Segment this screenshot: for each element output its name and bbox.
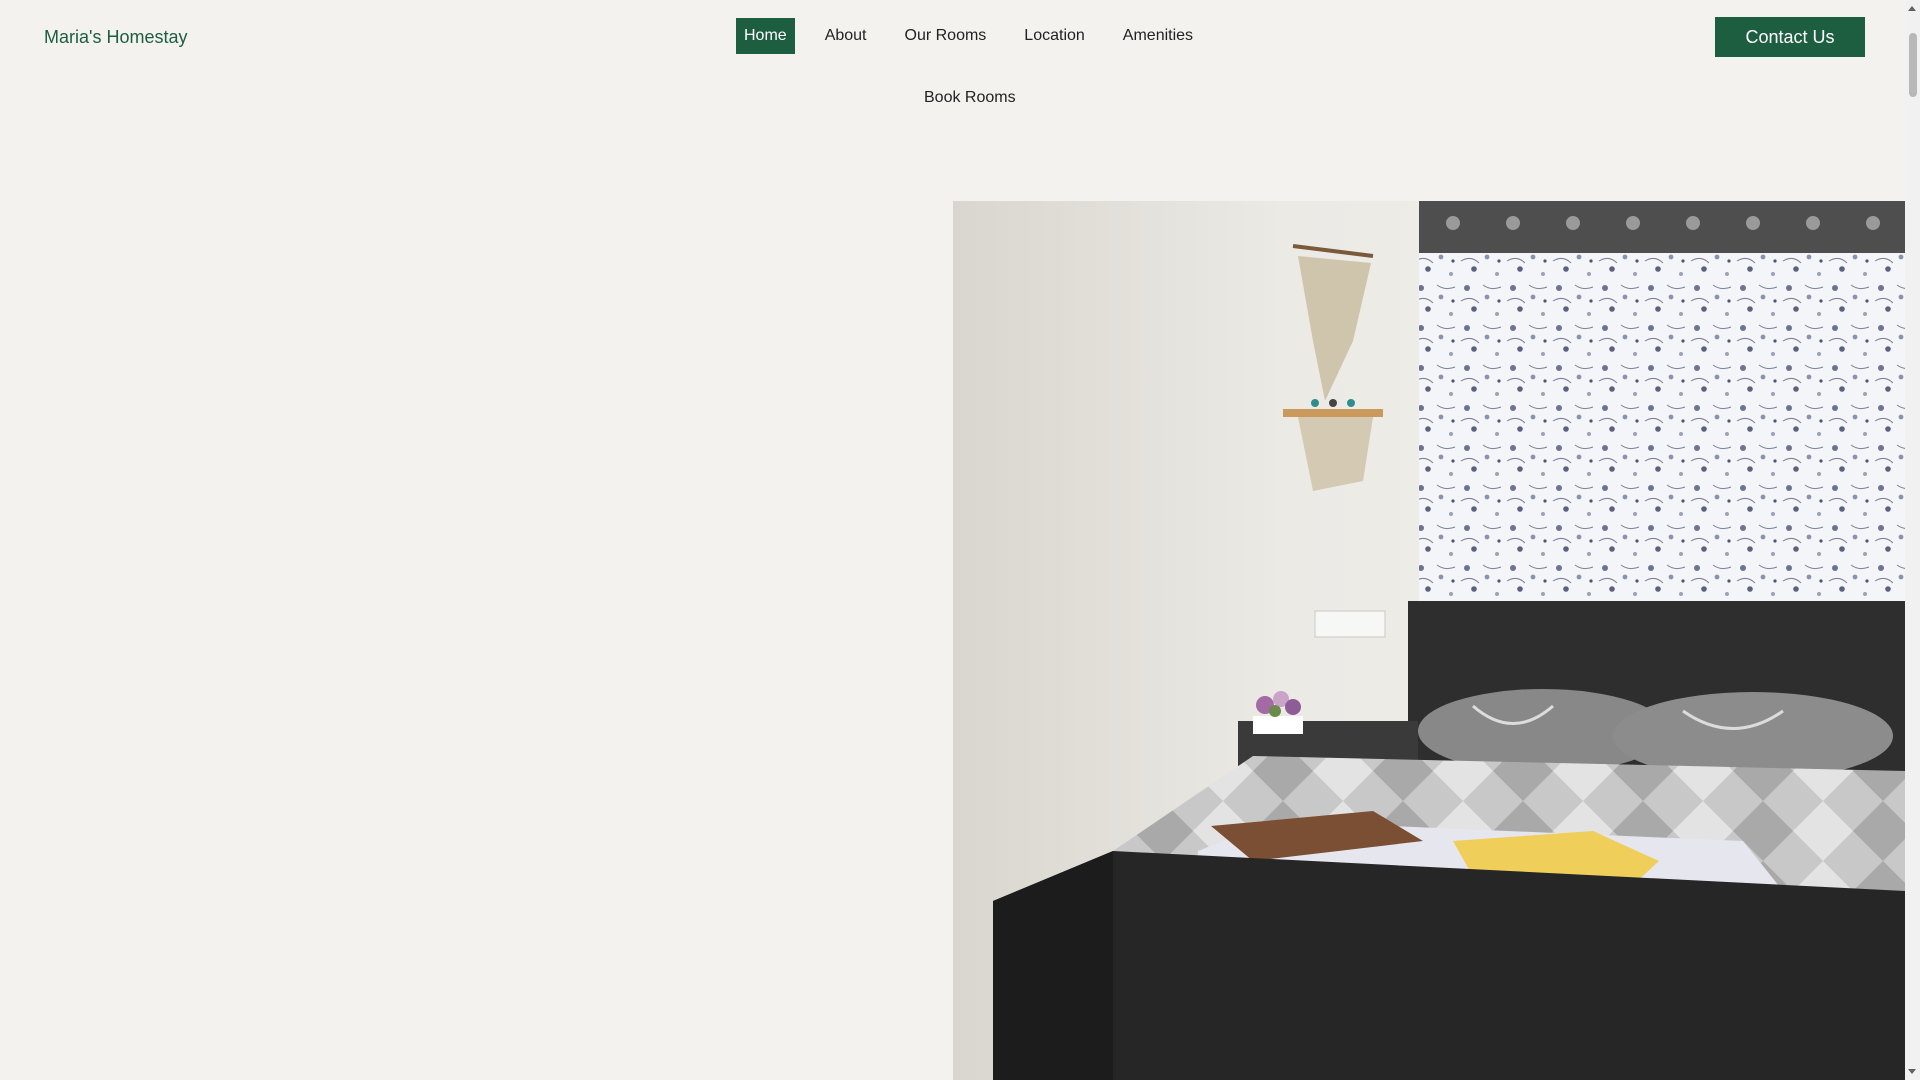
nav-item-amenities[interactable]: Amenities — [1115, 18, 1201, 54]
nav-item-about[interactable]: About — [817, 18, 875, 54]
nav-item-our-rooms[interactable]: Our Rooms — [897, 18, 995, 54]
homepage: Maria's Homestay Home About Our Rooms Lo… — [0, 0, 1920, 1080]
main-nav: Home About Our Rooms Location Amenities — [736, 18, 1223, 54]
contact-us-button[interactable]: Contact Us — [1715, 17, 1865, 57]
page-scrollbar[interactable] — [1905, 0, 1920, 1080]
nav-item-location[interactable]: Location — [1016, 18, 1093, 54]
scroll-thumb[interactable] — [1909, 33, 1917, 97]
hero-room-photo — [953, 201, 1905, 1080]
scroll-up-icon[interactable] — [1908, 6, 1916, 11]
site-logo-text[interactable]: Maria's Homestay — [44, 26, 187, 48]
nav-item-home[interactable]: Home — [736, 18, 795, 54]
nav-item-book-rooms[interactable]: Book Rooms — [924, 88, 1016, 108]
scroll-down-icon[interactable] — [1908, 1069, 1916, 1074]
